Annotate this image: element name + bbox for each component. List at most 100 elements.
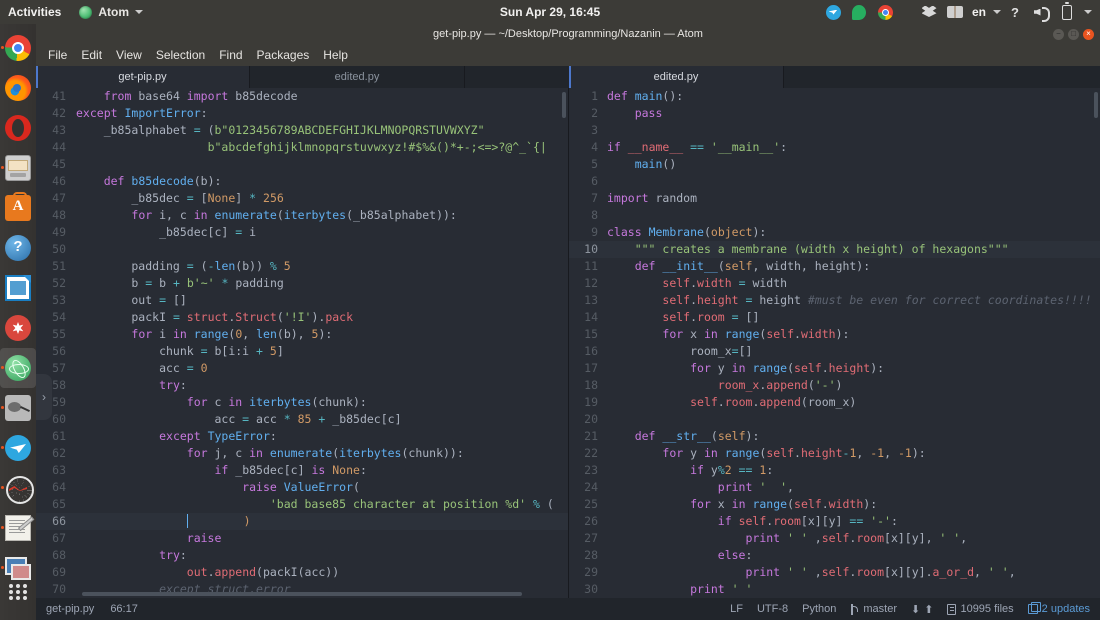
launcher-item-firefox[interactable] — [0, 68, 36, 108]
code-text[interactable]: _b85alphabet = (b"0123456789ABCDEFGHIJKL… — [76, 122, 568, 139]
code-line[interactable]: 63 if _b85dec[c] is None: — [36, 462, 568, 479]
book-icon[interactable] — [942, 0, 968, 24]
code-line[interactable]: 14 self.room = [] — [569, 309, 1100, 326]
launcher-item-atom[interactable] — [0, 348, 36, 388]
code-text[interactable]: raise — [76, 530, 568, 547]
code-line[interactable]: 56 chunk = b[i:i + 5] — [36, 343, 568, 360]
code-text[interactable]: acc = 0 — [76, 360, 568, 377]
code-text[interactable]: else: — [607, 547, 1100, 564]
menu-edit[interactable]: Edit — [81, 48, 102, 62]
code-line[interactable]: 13 self.height = height #must be even fo… — [569, 292, 1100, 309]
code-text[interactable]: _b85dec = [None] * 256 — [76, 190, 568, 207]
code-line[interactable]: 17 for y in range(self.height): — [569, 360, 1100, 377]
help-icon[interactable]: ? — [1002, 0, 1028, 24]
code-text[interactable]: main() — [607, 156, 1100, 173]
code-line[interactable]: 11 def __init__(self, width, height): — [569, 258, 1100, 275]
volume-icon[interactable] — [1028, 0, 1054, 24]
code-line[interactable]: 22 for y in range(self.height-1, -1, -1)… — [569, 445, 1100, 462]
status-updates[interactable]: 2 updates — [1027, 602, 1090, 615]
code-line[interactable]: 62 for j, c in enumerate(iterbytes(chunk… — [36, 445, 568, 462]
language-indicator[interactable]: en — [968, 0, 1002, 24]
code-line[interactable]: 52 b = b + b'~' * padding — [36, 275, 568, 292]
tree-view-toggle[interactable]: › — [36, 374, 52, 420]
status-git-branch[interactable]: master — [850, 603, 897, 615]
code-line[interactable]: 26 if self.room[x][y] == '-': — [569, 513, 1100, 530]
code-text[interactable]: self.room.append(room_x) — [607, 394, 1100, 411]
code-line[interactable]: 4 if __name__ == '__main__': — [569, 139, 1100, 156]
code-text[interactable]: ) — [76, 513, 568, 530]
code-line[interactable]: 66 ) — [36, 513, 568, 530]
chevron-down-icon[interactable] — [1080, 0, 1096, 24]
code-line[interactable]: 50 — [36, 241, 568, 258]
code-left[interactable]: 41 from base64 import b85decode 42 except … — [36, 88, 568, 598]
battery-icon[interactable] — [1054, 0, 1080, 24]
code-text[interactable]: self.width = width — [607, 275, 1100, 292]
code-text[interactable]: packI = struct.Struct('!I').pack — [76, 309, 568, 326]
code-right[interactable]: 1 def main(): 2 pass 3 4 if __name__ == '__ma… — [569, 88, 1100, 598]
code-text[interactable]: room_x=[] — [607, 343, 1100, 360]
code-text[interactable]: for x in range(self.width): — [607, 496, 1100, 513]
code-line[interactable]: 47 _b85dec = [None] * 256 — [36, 190, 568, 207]
code-line[interactable]: 12 self.width = width — [569, 275, 1100, 292]
code-line[interactable]: 16 room_x=[] — [569, 343, 1100, 360]
code-line[interactable]: 65 'bad base85 character at position %d'… — [36, 496, 568, 513]
launcher-item-telegram[interactable] — [0, 428, 36, 468]
green-balloon-icon[interactable] — [846, 0, 872, 24]
code-text[interactable]: b"abcdefghijklmnopqrstuvwxyz!#$%&()*+-;<… — [76, 139, 568, 156]
code-line[interactable]: 21 def __str__(self): — [569, 428, 1100, 445]
code-text[interactable]: _b85dec[c] = i — [76, 224, 568, 241]
code-text[interactable]: room_x.append('-') — [607, 377, 1100, 394]
code-text[interactable]: def main(): — [607, 88, 1100, 105]
launcher-item-libreoffice-writer[interactable] — [0, 268, 36, 308]
code-text[interactable]: if _b85dec[c] is None: — [76, 462, 568, 479]
code-text[interactable]: padding = (-len(b)) % 5 — [76, 258, 568, 275]
app-menu-atom[interactable]: Atom — [71, 5, 151, 19]
code-text[interactable]: except TypeError: — [76, 428, 568, 445]
code-text[interactable]: def __init__(self, width, height): — [607, 258, 1100, 275]
code-line[interactable]: 64 raise ValueError( — [36, 479, 568, 496]
code-line[interactable]: 61 except TypeError: — [36, 428, 568, 445]
dropbox-icon[interactable] — [916, 0, 942, 24]
code-text[interactable]: pass — [607, 105, 1100, 122]
code-line[interactable]: 6 — [569, 173, 1100, 190]
code-line[interactable]: 24 print ' ', — [569, 479, 1100, 496]
code-line[interactable]: 67 raise — [36, 530, 568, 547]
code-text[interactable]: for j, c in enumerate(iterbytes(chunk)): — [76, 445, 568, 462]
code-text[interactable]: except ImportError: — [76, 105, 568, 122]
code-text[interactable]: if y%2 == 1: — [607, 462, 1100, 479]
code-text[interactable]: class Membrane(object): — [607, 224, 1100, 241]
code-line[interactable]: 53 out = [] — [36, 292, 568, 309]
code-text[interactable]: from base64 import b85decode — [76, 88, 568, 105]
status-file-name[interactable]: get-pip.py — [46, 603, 94, 615]
code-line[interactable]: 10 """ creates a membrane (width x heigh… — [569, 241, 1100, 258]
code-line[interactable]: 25 for x in range(self.width): — [569, 496, 1100, 513]
code-text[interactable]: 'bad base85 character at position %d' % … — [76, 496, 568, 513]
status-git-sync[interactable]: ⬇ ⬆ — [911, 603, 933, 616]
launcher-item-keyboard-viewer[interactable] — [0, 388, 36, 428]
launcher-item-help[interactable] — [0, 228, 36, 268]
code-line[interactable]: 27 print ' ' ,self.room[x][y], ' ', — [569, 530, 1100, 547]
launcher-item-opera[interactable] — [0, 108, 36, 148]
code-text[interactable]: try: — [76, 377, 568, 394]
code-text[interactable]: if __name__ == '__main__': — [607, 139, 1100, 156]
tab-get-pip-py[interactable]: get-pip.py — [36, 66, 250, 88]
code-line[interactable]: 69 out.append(packI(acc)) — [36, 564, 568, 581]
code-text[interactable]: """ creates a membrane (width x height) … — [607, 241, 1100, 258]
status-line-ending[interactable]: LF — [730, 603, 743, 615]
code-text[interactable]: for x in range(self.width): — [607, 326, 1100, 343]
code-text[interactable]: import random — [607, 190, 1100, 207]
code-line[interactable]: 55 for i in range(0, len(b), 5): — [36, 326, 568, 343]
code-text[interactable]: print ' ' ,self.room[x][y].a_or_d, ' ', — [607, 564, 1100, 581]
status-encoding[interactable]: UTF-8 — [757, 603, 788, 615]
code-text[interactable]: def __str__(self): — [607, 428, 1100, 445]
code-text[interactable]: raise ValueError( — [76, 479, 568, 496]
code-text[interactable]: chunk = b[i:i + 5] — [76, 343, 568, 360]
code-line[interactable]: 59 for c in iterbytes(chunk): — [36, 394, 568, 411]
code-line[interactable]: 1 def main(): — [569, 88, 1100, 105]
code-text[interactable]: try: — [76, 547, 568, 564]
code-text[interactable]: out.append(packI(acc)) — [76, 564, 568, 581]
code-line[interactable]: 68 try: — [36, 547, 568, 564]
code-line[interactable]: 45 — [36, 156, 568, 173]
launcher-item-ubuntu-software[interactable] — [0, 308, 36, 348]
code-line[interactable]: 58 try: — [36, 377, 568, 394]
